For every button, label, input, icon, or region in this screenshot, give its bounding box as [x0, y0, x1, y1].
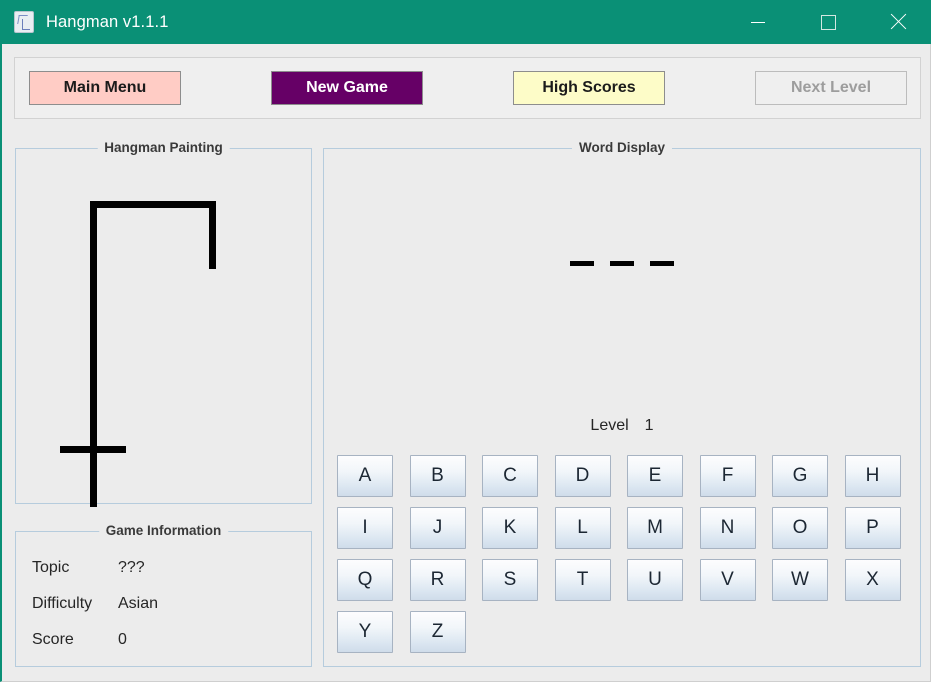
game-information-panel: Game Information Topic ??? Difficulty As… [15, 523, 312, 667]
letter-key-x[interactable]: X [844, 559, 901, 601]
letter-keyboard: ABCDEFGH IJKLMNOP QRSTUVWX YZ [337, 455, 909, 663]
letter-key-k[interactable]: K [482, 507, 538, 549]
info-row-difficulty: Difficulty Asian [32, 586, 297, 622]
letter-key-c[interactable]: C [482, 455, 538, 497]
letter-key-v[interactable]: V [699, 559, 756, 601]
score-label: Score [32, 631, 74, 648]
letter-key-u[interactable]: U [627, 559, 683, 601]
level-value: 1 [644, 417, 654, 434]
game-information-rows: Topic ??? Difficulty Asian Score 0 [32, 550, 297, 658]
toolbar: Main Menu New Game High Scores Next Leve… [14, 57, 921, 119]
close-button[interactable] [863, 0, 931, 44]
letter-key-r[interactable]: R [409, 559, 466, 601]
word-slot-blank [650, 261, 674, 266]
info-row-topic: Topic ??? [32, 550, 297, 586]
letter-key-y[interactable]: Y [337, 611, 393, 653]
letter-key-f[interactable]: F [699, 455, 756, 497]
topic-value: ??? [118, 559, 145, 576]
hangman-painting-panel: Hangman Painting [15, 140, 312, 507]
letter-key-a[interactable]: A [337, 455, 393, 497]
letter-key-g[interactable]: G [772, 455, 828, 497]
app-document-icon [14, 11, 34, 33]
letter-key-z[interactable]: Z [409, 611, 466, 653]
close-icon [889, 13, 907, 31]
letter-key-e[interactable]: E [627, 455, 683, 497]
minimize-button[interactable] [723, 0, 793, 44]
letter-key-b[interactable]: B [409, 455, 466, 497]
gallows-drawing [16, 149, 311, 507]
maximize-button[interactable] [793, 0, 863, 44]
letter-key-p[interactable]: P [844, 507, 901, 549]
word-display-panel: Word Display Level 1 ABCDEFGH IJKLMNOP QRST… [323, 140, 921, 667]
word-slots [324, 261, 920, 266]
letter-key-h[interactable]: H [844, 455, 901, 497]
level-indicator: Level 1 [324, 417, 920, 435]
high-scores-button[interactable]: High Scores [513, 71, 665, 105]
word-slot-blank [610, 261, 634, 266]
gallows-rope [209, 201, 216, 269]
topic-label: Topic [32, 559, 70, 576]
letter-key-m[interactable]: M [627, 507, 683, 549]
next-level-button: Next Level [755, 71, 907, 105]
main-menu-button[interactable]: Main Menu [29, 71, 181, 105]
gallows-post [90, 201, 97, 507]
minimize-icon [751, 21, 765, 23]
score-value: 0 [118, 631, 127, 648]
window-title: Hangman v1.1.1 [46, 12, 169, 31]
letter-key-w[interactable]: W [772, 559, 828, 601]
gallows-base [60, 446, 126, 453]
letter-key-q[interactable]: Q [337, 559, 393, 601]
info-row-score: Score 0 [32, 622, 297, 658]
game-information-legend: Game Information [98, 523, 229, 538]
letter-key-o[interactable]: O [772, 507, 828, 549]
hangman-window: Hangman v1.1.1 Main Menu New Game High S… [0, 0, 931, 682]
level-label: Level [590, 417, 629, 434]
gallows-top-beam [90, 201, 216, 208]
maximize-icon [820, 14, 836, 30]
letter-key-d[interactable]: D [554, 455, 611, 497]
new-game-button[interactable]: New Game [271, 71, 423, 105]
difficulty-label: Difficulty [32, 595, 93, 612]
letter-key-l[interactable]: L [554, 507, 611, 549]
letter-key-s[interactable]: S [482, 559, 538, 601]
word-slot-blank [570, 261, 594, 266]
letter-key-t[interactable]: T [554, 559, 611, 601]
letter-key-i[interactable]: I [337, 507, 393, 549]
window-controls [723, 0, 931, 44]
letter-key-j[interactable]: J [409, 507, 466, 549]
letter-key-n[interactable]: N [699, 507, 756, 549]
title-bar: Hangman v1.1.1 [2, 0, 931, 44]
difficulty-value: Asian [118, 595, 159, 612]
word-display-legend: Word Display [571, 140, 673, 155]
